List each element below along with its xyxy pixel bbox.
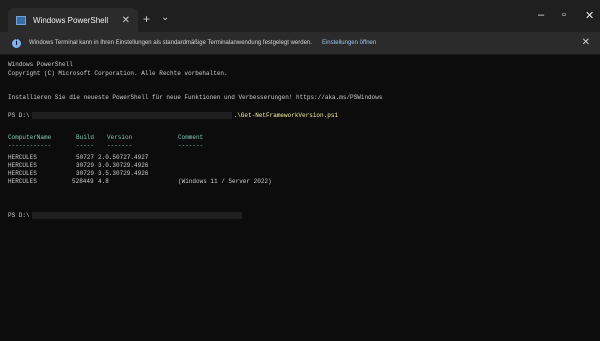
command-text: .\Get-NetFrameworkVersion.ps1 — [233, 112, 339, 120]
table-separator: ------------ — [8, 142, 52, 149]
close-icon[interactable]: ✕ — [585, 9, 594, 22]
plus-icon[interactable]: + — [143, 12, 150, 26]
open-settings-link[interactable]: Einstellungen öffnen — [322, 40, 376, 46]
table-header-build: Build — [76, 134, 95, 141]
info-icon: i — [12, 38, 21, 48]
minimize-icon[interactable]: – — [538, 9, 544, 21]
table-cell: (Windows 11 / Server 2022) — [178, 178, 272, 185]
table-separator: ------- — [107, 142, 133, 149]
prompt-prefix: PS D:\ — [8, 212, 30, 220]
table-header-computername: ComputerName — [8, 134, 52, 141]
table-cell: 50727 — [76, 154, 95, 161]
banner-line: Windows PowerShell — [8, 61, 73, 68]
close-icon[interactable]: ✕ — [582, 37, 590, 48]
terminal-window: Windows PowerShell ✕ + ⌄ – ▫ ✕ i Windows… — [0, 0, 600, 341]
tab-windows-powershell[interactable]: Windows PowerShell ✕ — [8, 8, 138, 32]
tab-title: Windows PowerShell — [33, 15, 109, 25]
table-separator: ------- — [178, 142, 204, 149]
powershell-icon — [16, 15, 26, 25]
table-cell: 2.0.50727.4927 — [98, 154, 149, 161]
prompt-line: PS D:\ — [8, 212, 244, 220]
table-cell: HERCULES — [8, 178, 37, 185]
table-cell: HERCULES — [8, 162, 37, 169]
maximize-icon[interactable]: ▫ — [562, 9, 566, 21]
table-cell: HERCULES — [8, 170, 37, 177]
table-header-comment: Comment — [178, 134, 204, 141]
table-cell: HERCULES — [8, 154, 37, 161]
table-cell: 30729 — [76, 162, 95, 169]
copyright-line: Copyright (C) Microsoft Corporation. All… — [8, 70, 228, 77]
info-text: Windows Terminal kann in Ihren Einstellu… — [29, 40, 312, 46]
prompt-line: PS D:\ .\Get-NetFrameworkVersion.ps1 — [8, 112, 338, 120]
table-cell: 3.5.30729.4926 — [98, 170, 149, 177]
info-bar: i Windows Terminal kann in Ihren Einstel… — [0, 32, 600, 55]
table-cell: 528449 — [72, 178, 94, 185]
title-bar: Windows PowerShell ✕ + ⌄ – ▫ ✕ — [0, 0, 600, 32]
table-header-version: Version — [107, 134, 133, 141]
redacted-path — [31, 112, 232, 119]
table-cell: 30729 — [76, 170, 95, 177]
terminal-output[interactable]: Windows PowerShell Copyright (C) Microso… — [0, 55, 600, 341]
chevron-down-icon[interactable]: ⌄ — [161, 12, 169, 23]
table-cell: 3.0.30729.4926 — [98, 162, 149, 169]
install-hint-line: Installieren Sie die neueste PowerShell … — [8, 94, 383, 101]
table-cell: 4.8 — [98, 178, 109, 185]
redacted-path — [31, 212, 242, 219]
table-separator: ----- — [76, 142, 95, 149]
prompt-prefix: PS D:\ — [8, 112, 30, 120]
close-icon[interactable]: ✕ — [122, 15, 130, 26]
